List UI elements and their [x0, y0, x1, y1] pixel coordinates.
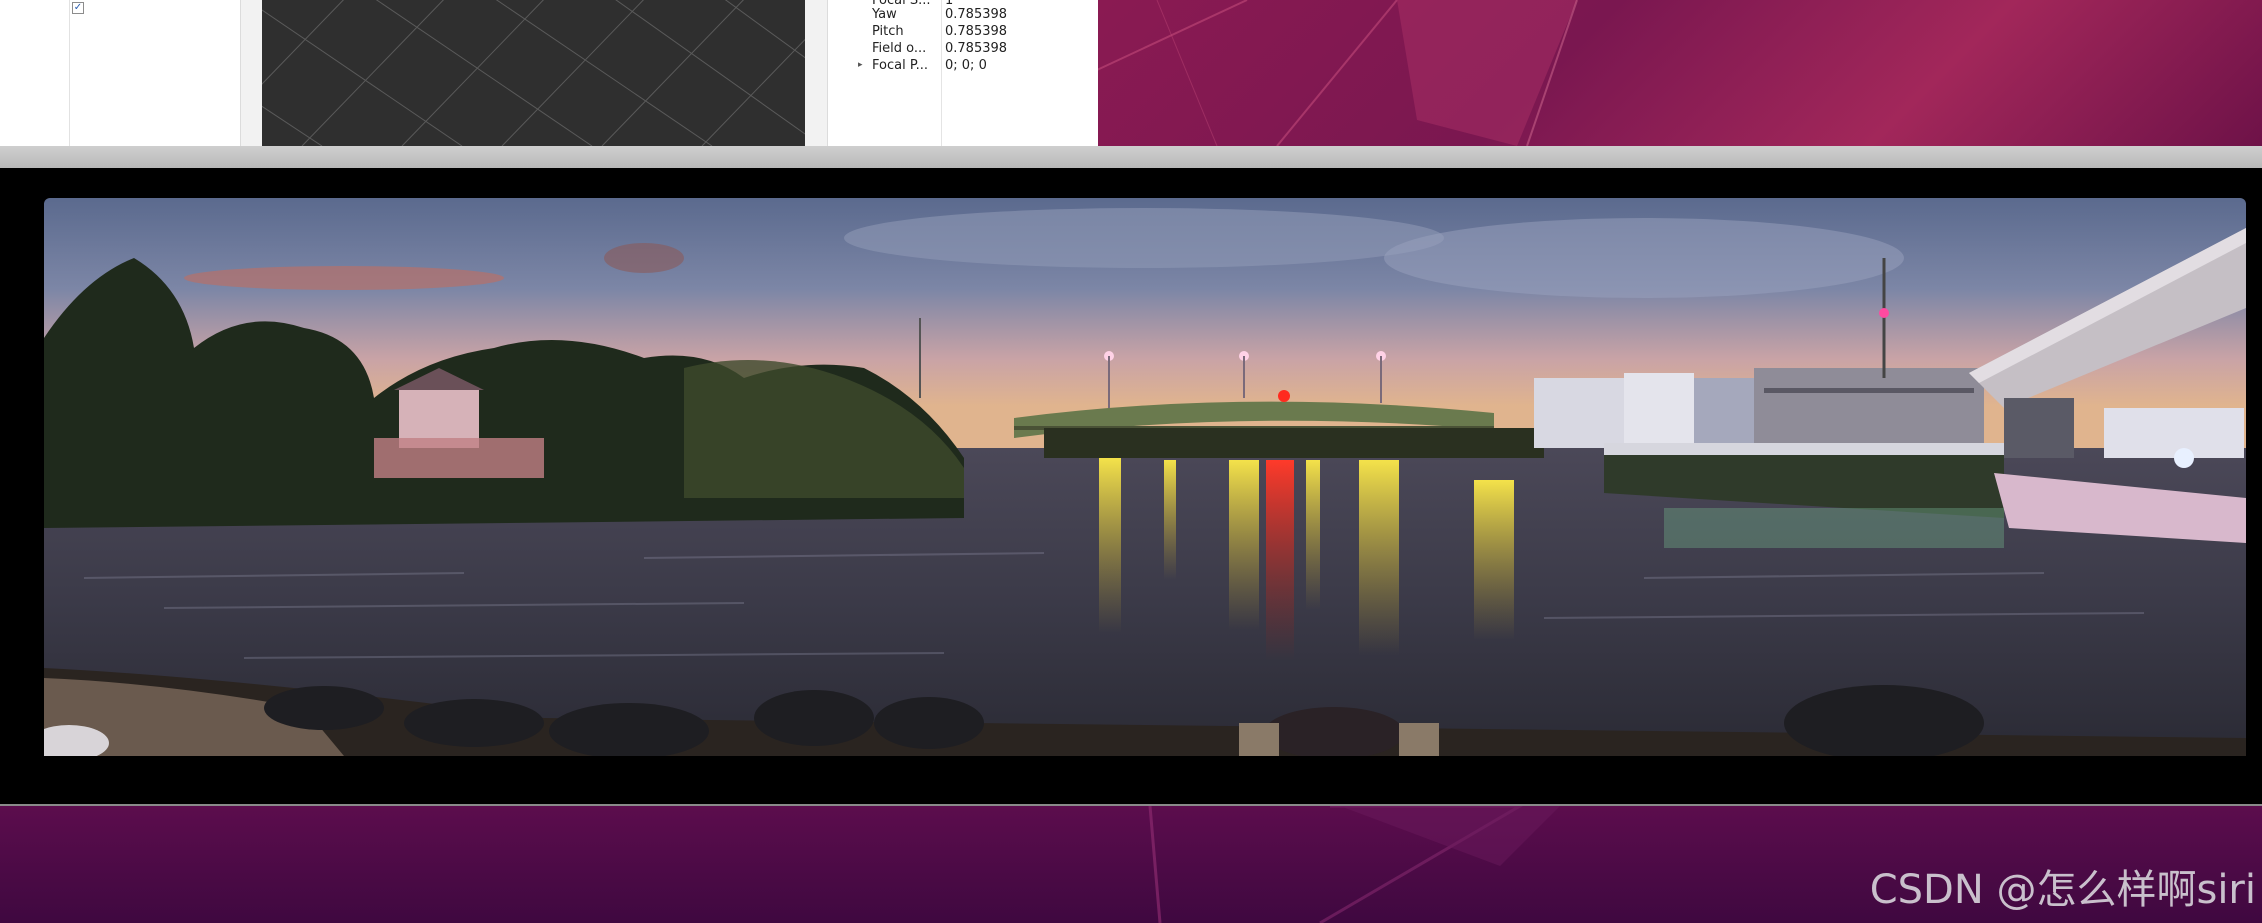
- property-name: Pitch: [872, 24, 904, 39]
- grid-floor: [262, 0, 805, 146]
- app-window: ✓ Focal S... 1 Yaw 0.785398 Pitch 0.7853…: [0, 0, 1098, 146]
- render-viewport[interactable]: [262, 0, 805, 146]
- property-value[interactable]: 0.785398: [945, 23, 1007, 40]
- expand-arrow-icon[interactable]: ▸: [858, 57, 863, 74]
- viewer-bottom-border: [0, 804, 2262, 806]
- property-name: Yaw: [872, 7, 897, 22]
- property-name: Focal P...: [872, 58, 929, 73]
- property-row[interactable]: Yaw 0.785398: [828, 6, 1098, 23]
- csdn-watermark: CSDN @怎么样啊siri: [1869, 867, 2256, 913]
- panorama-image: [44, 198, 2246, 756]
- panorama-scene: [44, 198, 2246, 756]
- property-row[interactable]: Pitch 0.785398: [828, 23, 1098, 40]
- wallpaper-lines: [1097, 0, 1578, 146]
- property-value[interactable]: 0; 0; 0: [945, 57, 987, 74]
- property-value[interactable]: 0.785398: [945, 6, 1007, 23]
- property-value[interactable]: 0.785398: [945, 40, 1007, 57]
- properties-panel: Focal S... 1 Yaw 0.785398 Pitch 0.785398…: [827, 0, 1098, 146]
- window-bottom-edge: [0, 146, 2262, 168]
- visibility-checkbox[interactable]: ✓: [72, 2, 84, 14]
- pipeline-browser-panel: ✓: [0, 0, 241, 146]
- property-name: Field o...: [872, 41, 927, 56]
- property-row[interactable]: Field o... 0.785398: [828, 40, 1098, 57]
- property-row[interactable]: ▸ Focal P... 0; 0; 0: [828, 57, 1098, 74]
- column-divider: [69, 0, 70, 146]
- desktop-wallpaper-top: [1097, 0, 2262, 146]
